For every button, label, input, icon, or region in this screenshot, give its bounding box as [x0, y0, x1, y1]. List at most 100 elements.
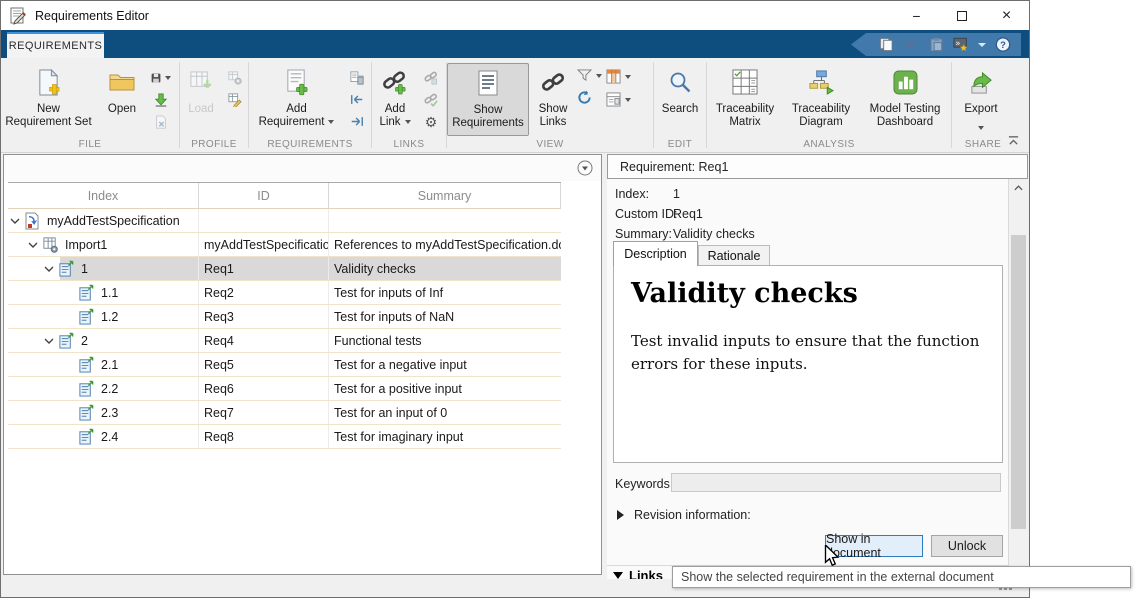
- links-section-header[interactable]: Links: [613, 568, 663, 579]
- add-requirement-button[interactable]: Add Requirement: [249, 63, 344, 129]
- add-requirement-dropdown-icon[interactable]: [328, 120, 334, 124]
- search-button[interactable]: Search: [654, 63, 706, 116]
- refresh-button[interactable]: [577, 90, 602, 105]
- description-editor[interactable]: Validity checks Test invalid inputs to e…: [613, 265, 1003, 463]
- cut-icon[interactable]: ✂: [903, 37, 919, 53]
- new-requirement-set-button[interactable]: New Requirement Set: [1, 63, 96, 129]
- filter-dropdown-icon[interactable]: [596, 74, 602, 78]
- customize-quick-access-icon[interactable]: »: [953, 37, 969, 53]
- table-row[interactable]: 1.1 Req2 Test for inputs of Inf: [8, 281, 561, 305]
- ribbon-group-file: New Requirement Set Open: [1, 58, 179, 152]
- table-row[interactable]: Import1 myAddTestSpecification Reference…: [8, 233, 561, 257]
- summary-field-value: Validity checks: [673, 227, 755, 241]
- detail-scrollbar[interactable]: [1008, 179, 1028, 579]
- app-icon: [9, 7, 27, 25]
- show-requirements-button[interactable]: Show Requirements: [447, 63, 529, 136]
- save-button[interactable]: [151, 69, 171, 86]
- group-label-view: VIEW: [447, 139, 653, 150]
- scroll-up-button[interactable]: [1009, 179, 1028, 196]
- table-row[interactable]: 2.2 Req6 Test for a positive input: [8, 377, 561, 401]
- columns-button[interactable]: [606, 69, 631, 84]
- keywords-input[interactable]: [671, 473, 1001, 492]
- column-header-id[interactable]: ID: [199, 183, 329, 208]
- delete-requirement-set-button[interactable]: [151, 113, 171, 130]
- chevron-down-icon[interactable]: [28, 240, 42, 250]
- chevron-down-icon[interactable]: [44, 264, 58, 274]
- table-header-row: Index ID Summary: [8, 183, 561, 209]
- requirement-icon: [78, 428, 96, 446]
- column-header-index[interactable]: Index: [8, 183, 199, 208]
- unlock-button[interactable]: Unlock: [931, 535, 1003, 557]
- column-header-summary[interactable]: Summary: [329, 183, 561, 208]
- import-node-icon: [42, 236, 60, 254]
- tab-rationale[interactable]: Rationale: [698, 245, 770, 266]
- filter-icon: [577, 69, 592, 82]
- group-label-links: LINKS: [372, 139, 446, 150]
- table-row[interactable]: 1.2 Req3 Test for inputs of NaN: [8, 305, 561, 329]
- save-dropdown-icon[interactable]: [165, 76, 171, 80]
- table-row-selected[interactable]: 1 Req1 Validity checks: [8, 257, 561, 281]
- add-link-button[interactable]: Add Link: [372, 63, 418, 129]
- paste-icon[interactable]: [928, 37, 944, 53]
- requirement-icon: [78, 284, 96, 302]
- demote-requirement-button[interactable]: [347, 113, 367, 130]
- help-icon[interactable]: ?: [995, 37, 1011, 53]
- filter-button[interactable]: [577, 69, 602, 82]
- link-settings-gear-icon[interactable]: ⚙: [421, 113, 441, 130]
- check-links-button[interactable]: [421, 91, 441, 108]
- chevron-down-icon[interactable]: [10, 216, 24, 226]
- quick-access-toolbar: ✂ » ?: [851, 33, 1021, 56]
- display-options-button[interactable]: [606, 92, 631, 107]
- maximize-button[interactable]: [939, 1, 984, 30]
- tab-requirements[interactable]: REQUIREMENTS: [7, 32, 104, 58]
- table-row[interactable]: 2.1 Req5 Test for a negative input: [8, 353, 561, 377]
- load-profile-button[interactable]: Load: [180, 63, 222, 116]
- table-row[interactable]: myAddTestSpecification: [8, 209, 561, 233]
- export-dropdown-icon[interactable]: [978, 126, 984, 130]
- delete-requirement-button[interactable]: [347, 69, 367, 86]
- expand-right-icon: [617, 510, 624, 520]
- open-button[interactable]: Open: [96, 63, 148, 116]
- collapse-ribbon-button[interactable]: [1003, 133, 1023, 148]
- mouse-cursor-icon: [824, 545, 842, 566]
- screen: Requirements Editor − × REQUIREMENTS ✂ »…: [0, 0, 1139, 600]
- keywords-label: Keywords:: [615, 477, 673, 491]
- ribbon-group-edit: Search EDIT: [654, 58, 706, 152]
- delete-link-button[interactable]: [421, 69, 441, 86]
- table-row[interactable]: 2.4 Req8 Test for imaginary input: [8, 425, 561, 449]
- export-button[interactable]: Export: [952, 63, 1010, 137]
- profile-settings-button[interactable]: [225, 69, 245, 86]
- ribbon-group-analysis: Traceability Matrix Traceability Diagram…: [707, 58, 951, 152]
- traceability-matrix-button[interactable]: Traceability Matrix: [707, 63, 783, 129]
- open-folder-icon: [109, 66, 135, 98]
- scrollbar-thumb[interactable]: [1011, 235, 1026, 529]
- add-link-dropdown-icon[interactable]: [405, 120, 411, 124]
- import-button[interactable]: [151, 91, 171, 108]
- traceability-diagram-button[interactable]: Traceability Diagram: [783, 63, 859, 129]
- table-row[interactable]: 2.3 Req7 Test for an input of 0: [8, 401, 561, 425]
- load-profile-icon: [189, 66, 214, 98]
- group-label-edit: EDIT: [654, 139, 706, 150]
- description-heading: Validity checks: [631, 278, 858, 309]
- close-button[interactable]: ×: [984, 1, 1029, 30]
- ribbon-group-profile: Load PROFILE: [180, 58, 248, 152]
- revision-information-expander[interactable]: Revision information:: [617, 508, 751, 522]
- model-testing-dashboard-button[interactable]: Model Testing Dashboard: [859, 63, 951, 129]
- copy-icon[interactable]: [878, 37, 894, 53]
- tab-description[interactable]: Description: [613, 241, 698, 266]
- summary-field-label: Summary:: [615, 227, 672, 241]
- columns-dropdown-icon[interactable]: [625, 75, 631, 79]
- requirement-icon: [78, 404, 96, 422]
- promote-requirement-button[interactable]: [347, 91, 367, 108]
- display-options-dropdown-icon[interactable]: [625, 98, 631, 102]
- minimize-button[interactable]: −: [894, 1, 939, 30]
- requirement-icon: [78, 356, 96, 374]
- quick-access-dropdown-icon[interactable]: [978, 43, 986, 47]
- chevron-down-icon[interactable]: [44, 336, 58, 346]
- maximize-icon: [957, 11, 967, 21]
- requirement-icon: [78, 380, 96, 398]
- view-options-icon[interactable]: [577, 160, 593, 176]
- table-row[interactable]: 2 Req4 Functional tests: [8, 329, 561, 353]
- show-links-button[interactable]: Show Links: [529, 63, 577, 129]
- edit-profile-button[interactable]: [225, 91, 245, 108]
